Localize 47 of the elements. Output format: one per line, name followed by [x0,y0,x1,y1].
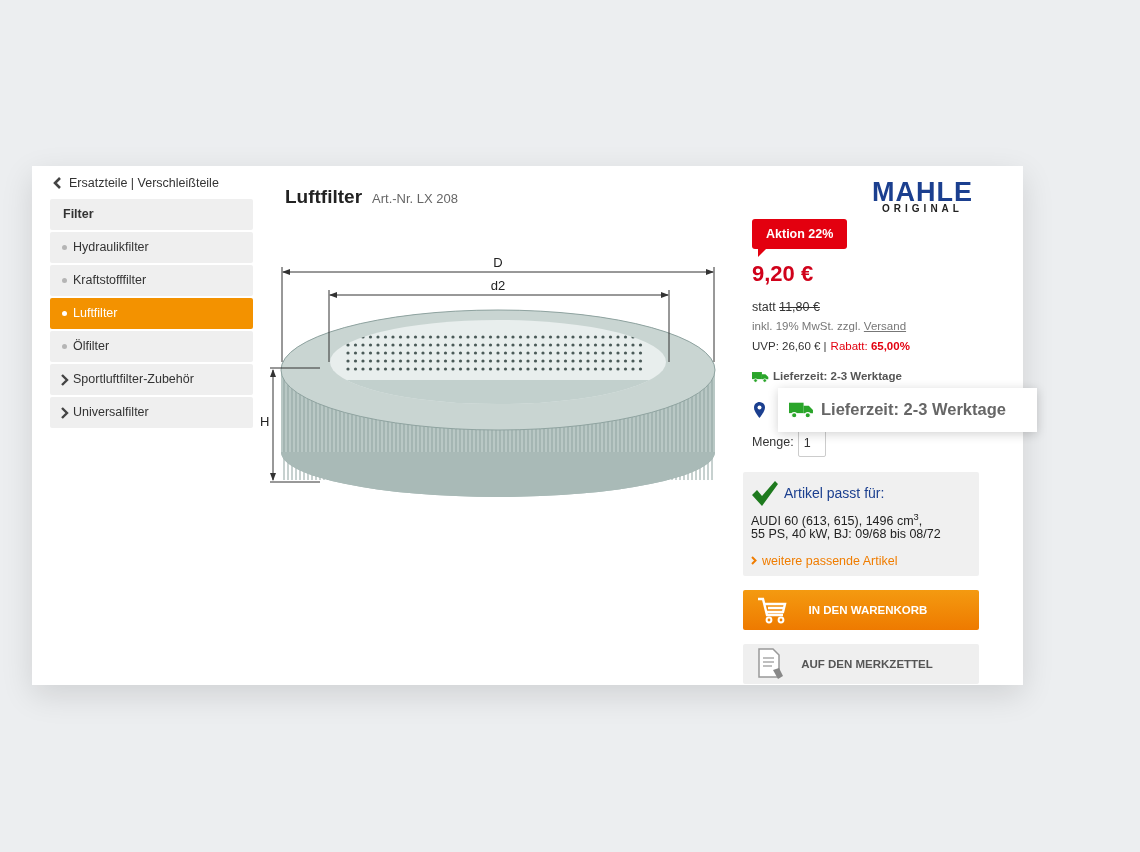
chevron-right-icon [61,406,69,419]
brand-logo: MAHLE ORIGINAL [872,180,973,214]
fitment-title: Artikel passt für: [784,484,885,503]
dimension-label: D [493,254,503,270]
sidebar-item-label: Luftfilter [73,305,118,323]
delivery-time: Lieferzeit: 2-3 Werktage [773,369,902,385]
shipping-link[interactable]: Versand [863,319,907,332]
sidebar-item[interactable]: Ölfilter [50,331,253,362]
quantity-label: Menge: [752,434,794,452]
product-title: Luftfilter [285,185,363,209]
bullet-icon [62,344,67,349]
document-tag-icon [757,648,785,681]
original-price: statt 11,80 € [752,299,821,316]
breadcrumb-link[interactable]: Ersatzteile | Verschleißteile [50,175,253,191]
badge-tail-icon [758,248,767,257]
chevron-right-icon [751,556,757,566]
dimension-label: d2 [490,277,506,293]
truck-icon [789,400,814,419]
sidebar-header: Filter [50,199,253,230]
sidebar-item[interactable]: Hydraulikfilter [50,232,253,263]
sidebar-item-label: Hydraulikfilter [73,239,149,257]
truck-icon [752,370,769,383]
sidebar-item[interactable]: Universalfilter [50,397,253,428]
sidebar-item-label: Ölfilter [73,338,110,356]
checkmark-icon [751,480,778,507]
discount: Rabatt: 65,00% [830,339,910,354]
chevron-left-icon [53,177,62,189]
sidebar-item-label: Kraftstofffilter [73,272,147,290]
current-price: 9,20 € [752,261,815,287]
shopping-cart-icon [757,596,787,625]
delivery-callout-text: Lieferzeit: 2-3 Werktage [821,399,1006,421]
bullet-icon [62,245,67,250]
sidebar-item[interactable]: Sportluftfilter-Zubehör [50,364,253,395]
wishlist-button[interactable]: AUF DEN MERKZETTEL [743,644,979,685]
bullet-icon [62,278,67,283]
sidebar-item-label: Universalfilter [73,404,149,422]
rrp-price: UVP: 26,60 € | [752,339,827,354]
sidebar-item-label: Sportluftfilter-Zubehör [73,371,194,389]
bullet-icon [62,311,67,316]
sidebar-item[interactable]: Kraftstofffilter [50,265,253,296]
vehicle-info: AUDI 60 (613, 615), 1496 cm$^{3}$, 55 PS, 40 kW, BJ: 09/68 bis 08/72 [751,514,942,541]
article-number: Art.-Nr. LX 208 [372,190,459,208]
breadcrumb-text: Ersatzteile | Verschleißteile [69,174,219,192]
location-pin-icon [754,401,765,418]
tax-note: inkl. 19% MwSt. zzgl. Versand [752,318,908,334]
dimension-label: H [260,413,270,429]
chevron-right-icon [61,373,69,386]
